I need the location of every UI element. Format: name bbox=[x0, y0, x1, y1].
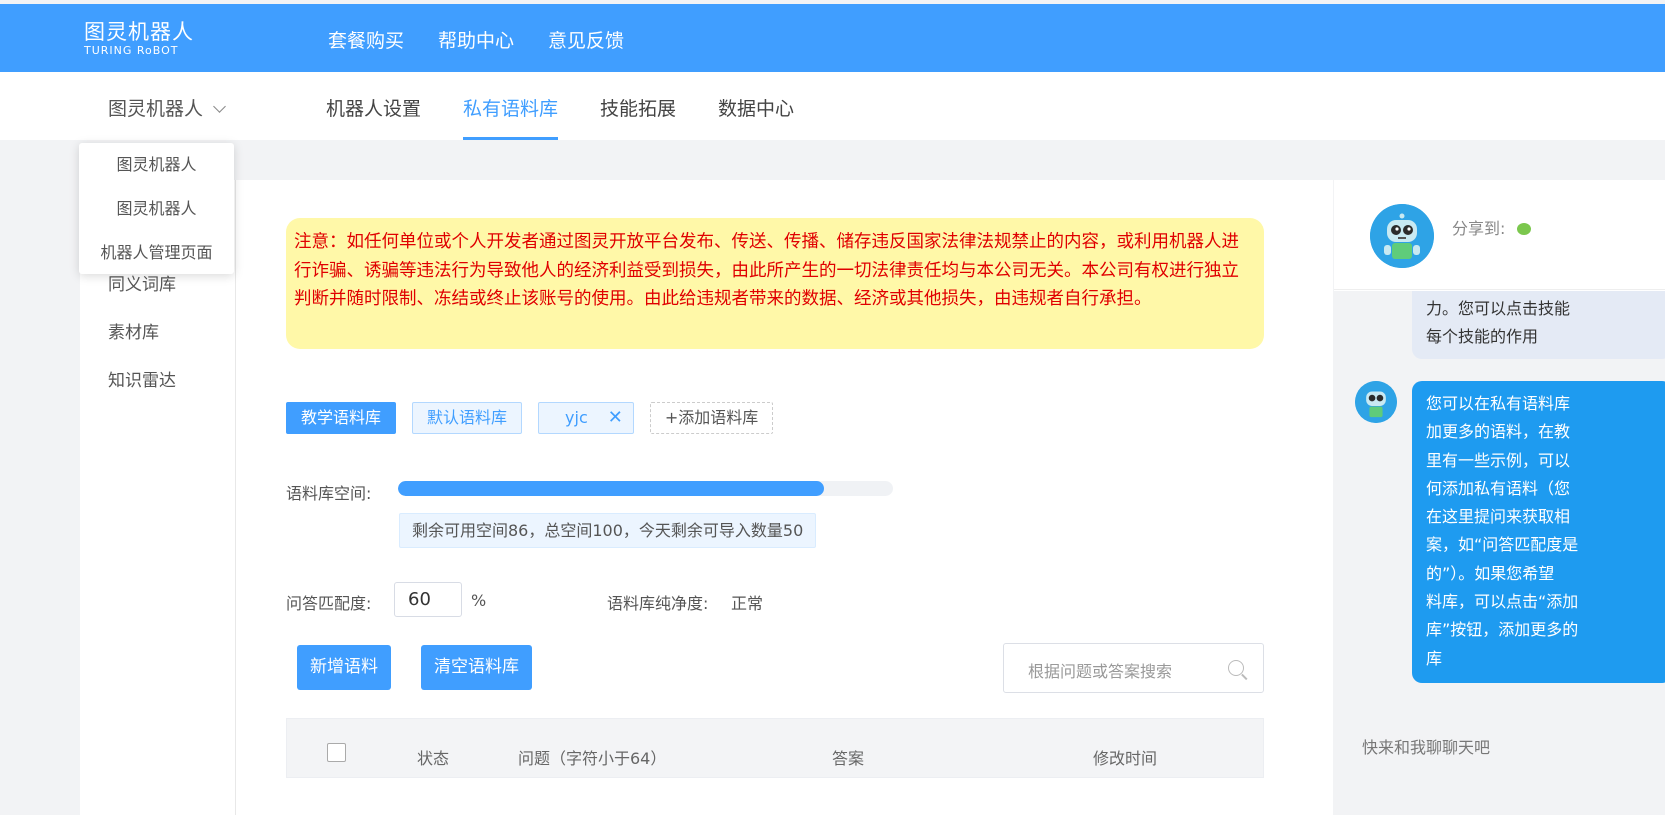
corpus-tag-default[interactable]: 默认语料库 bbox=[412, 402, 523, 434]
chat-message-user: 力。您可以点击技能 每个技能的作用 bbox=[1412, 291, 1665, 359]
top-nav: 套餐购买 帮助中心 意见反馈 bbox=[328, 26, 658, 53]
clear-corpus-button[interactable]: 清空语料库 bbox=[421, 645, 532, 690]
chat-line: 库 bbox=[1426, 648, 1443, 668]
tab-skill-extension[interactable]: 技能拓展 bbox=[600, 94, 676, 140]
close-icon[interactable]: ✕ bbox=[608, 407, 623, 428]
chat-messages: 力。您可以点击技能 每个技能的作用 您可以在私有语料库 加更多的语料，在教 里有… bbox=[1334, 291, 1665, 701]
column-question: 问题（字符小于64） bbox=[518, 749, 667, 768]
chat-header: 分享到: bbox=[1334, 180, 1665, 290]
corpus-tag-yjc[interactable]: yjc ✕ bbox=[538, 402, 634, 434]
chat-input-area[interactable]: 快来和我聊聊天吧 bbox=[1334, 701, 1665, 815]
add-corpus-button[interactable]: +添加语料库 bbox=[649, 402, 774, 434]
search-input[interactable]: 根据问题或答案搜索 bbox=[1028, 658, 1172, 682]
chat-line: 每个技能的作用 bbox=[1426, 327, 1539, 346]
sidebar-item-materials[interactable]: 素材库 bbox=[108, 318, 159, 343]
chat-line: 里有一些示例，可以 bbox=[1426, 450, 1571, 470]
robot-selector[interactable]: 图灵机器人 bbox=[108, 94, 226, 121]
chat-line: 库”按钮，添加更多的 bbox=[1426, 620, 1579, 640]
robot-icon bbox=[1370, 204, 1434, 268]
wechat-icon[interactable] bbox=[1517, 223, 1532, 235]
robot-icon bbox=[1355, 381, 1397, 423]
corpus-space-info: 剩余可用空间86，总空间100，今天剩余可导入数量50 bbox=[399, 513, 817, 548]
sidebar-item-knowledge-radar[interactable]: 知识雷达 bbox=[108, 366, 176, 391]
nav-feedback[interactable]: 意见反馈 bbox=[548, 26, 624, 53]
match-degree-unit: % bbox=[471, 591, 487, 610]
corpus-space-progress-fill bbox=[398, 481, 824, 496]
chat-message-bot: 您可以在私有语料库 加更多的语料，在教 里有一些示例，可以 何添加私有语料（您 … bbox=[1412, 381, 1665, 683]
dropdown-item-robot-2[interactable]: 图灵机器人 bbox=[79, 187, 234, 231]
sub-nav: 图灵机器人 机器人设置 私有语料库 技能拓展 数据中心 bbox=[0, 72, 1665, 140]
chat-line: 的”）。如果您希望 bbox=[1426, 563, 1555, 583]
dropdown-item-robot-management[interactable]: 机器人管理页面 bbox=[79, 231, 234, 275]
bot-avatar bbox=[1355, 381, 1397, 423]
dropdown-item-robot-1[interactable]: 图灵机器人 bbox=[79, 143, 234, 187]
nav-help-center[interactable]: 帮助中心 bbox=[438, 26, 514, 53]
tab-private-corpus[interactable]: 私有语料库 bbox=[463, 94, 559, 140]
chat-line: 何添加私有语料（您 bbox=[1426, 478, 1571, 498]
search-icon[interactable] bbox=[1228, 660, 1244, 676]
chat-line: 加更多的语料，在教 bbox=[1426, 422, 1571, 442]
corpus-purity-value: 正常 bbox=[731, 594, 764, 613]
chat-line: 您可以在私有语料库 bbox=[1426, 394, 1571, 413]
share-label: 分享到: bbox=[1452, 219, 1506, 238]
chat-line: 力。您可以点击技能 bbox=[1426, 299, 1571, 318]
sidebar: 同义词库 素材库 知识雷达 bbox=[80, 180, 236, 815]
corpus-space-progress bbox=[398, 481, 893, 496]
tab-robot-settings[interactable]: 机器人设置 bbox=[326, 94, 421, 140]
table-header: 状态 问题（字符小于64） 答案 修改时间 bbox=[286, 718, 1264, 778]
robot-selector-label: 图灵机器人 bbox=[108, 98, 204, 120]
chat-line: 在这里提问来获取相 bbox=[1426, 507, 1571, 527]
logo[interactable]: 图灵机器人 TURING RoBOT bbox=[84, 20, 194, 57]
corpus-tag-list: 教学语料库 默认语料库 yjc ✕ +添加语料库 bbox=[286, 402, 789, 434]
top-header: 图灵机器人 TURING RoBOT 套餐购买 帮助中心 意见反馈 bbox=[0, 4, 1665, 72]
chat-line: 案，如“问答匹配度是 bbox=[1426, 535, 1579, 555]
corpus-tag-teaching[interactable]: 教学语料库 bbox=[286, 402, 397, 434]
share-to: 分享到: bbox=[1452, 215, 1532, 239]
logo-cn: 图灵机器人 bbox=[84, 20, 194, 44]
match-degree-label: 问答匹配度: bbox=[286, 594, 372, 613]
corpus-space-label: 语料库空间: bbox=[286, 484, 372, 503]
match-degree-input[interactable]: 60 bbox=[394, 582, 462, 617]
select-all-checkbox[interactable] bbox=[327, 743, 346, 762]
nav-package-purchase[interactable]: 套餐购买 bbox=[328, 26, 404, 53]
chevron-down-icon bbox=[213, 100, 226, 113]
legal-notice: 注意：如任何单位或个人开发者通过图灵开放平台发布、传送、传播、储存违反国家法律法… bbox=[286, 218, 1264, 349]
search-box[interactable]: 根据问题或答案搜索 bbox=[1003, 643, 1264, 693]
chat-panel: 分享到: 力。您可以点击技能 每个技能的作用 您可以在私有语料库 加更多的语料，… bbox=[1334, 180, 1665, 815]
add-corpus-entry-button[interactable]: 新增语料 bbox=[297, 645, 391, 690]
content-gap bbox=[0, 140, 1665, 180]
logo-en: TURING RoBOT bbox=[84, 44, 179, 57]
corpus-purity-label: 语料库纯净度: bbox=[607, 594, 709, 613]
chat-line: 料库，可以点击“添加 bbox=[1426, 592, 1579, 612]
tab-data-center[interactable]: 数据中心 bbox=[718, 94, 794, 140]
main-tabs: 机器人设置 私有语料库 技能拓展 数据中心 bbox=[326, 94, 836, 140]
robot-avatar bbox=[1370, 204, 1434, 268]
robot-dropdown-menu: 图灵机器人 图灵机器人 机器人管理页面 bbox=[79, 143, 234, 274]
column-status: 状态 bbox=[417, 749, 450, 768]
column-answer: 答案 bbox=[832, 749, 865, 768]
column-modified-time: 修改时间 bbox=[1093, 749, 1158, 768]
chat-input-hint: 快来和我聊聊天吧 bbox=[1362, 738, 1491, 757]
corpus-tag-yjc-label: yjc bbox=[565, 408, 588, 427]
